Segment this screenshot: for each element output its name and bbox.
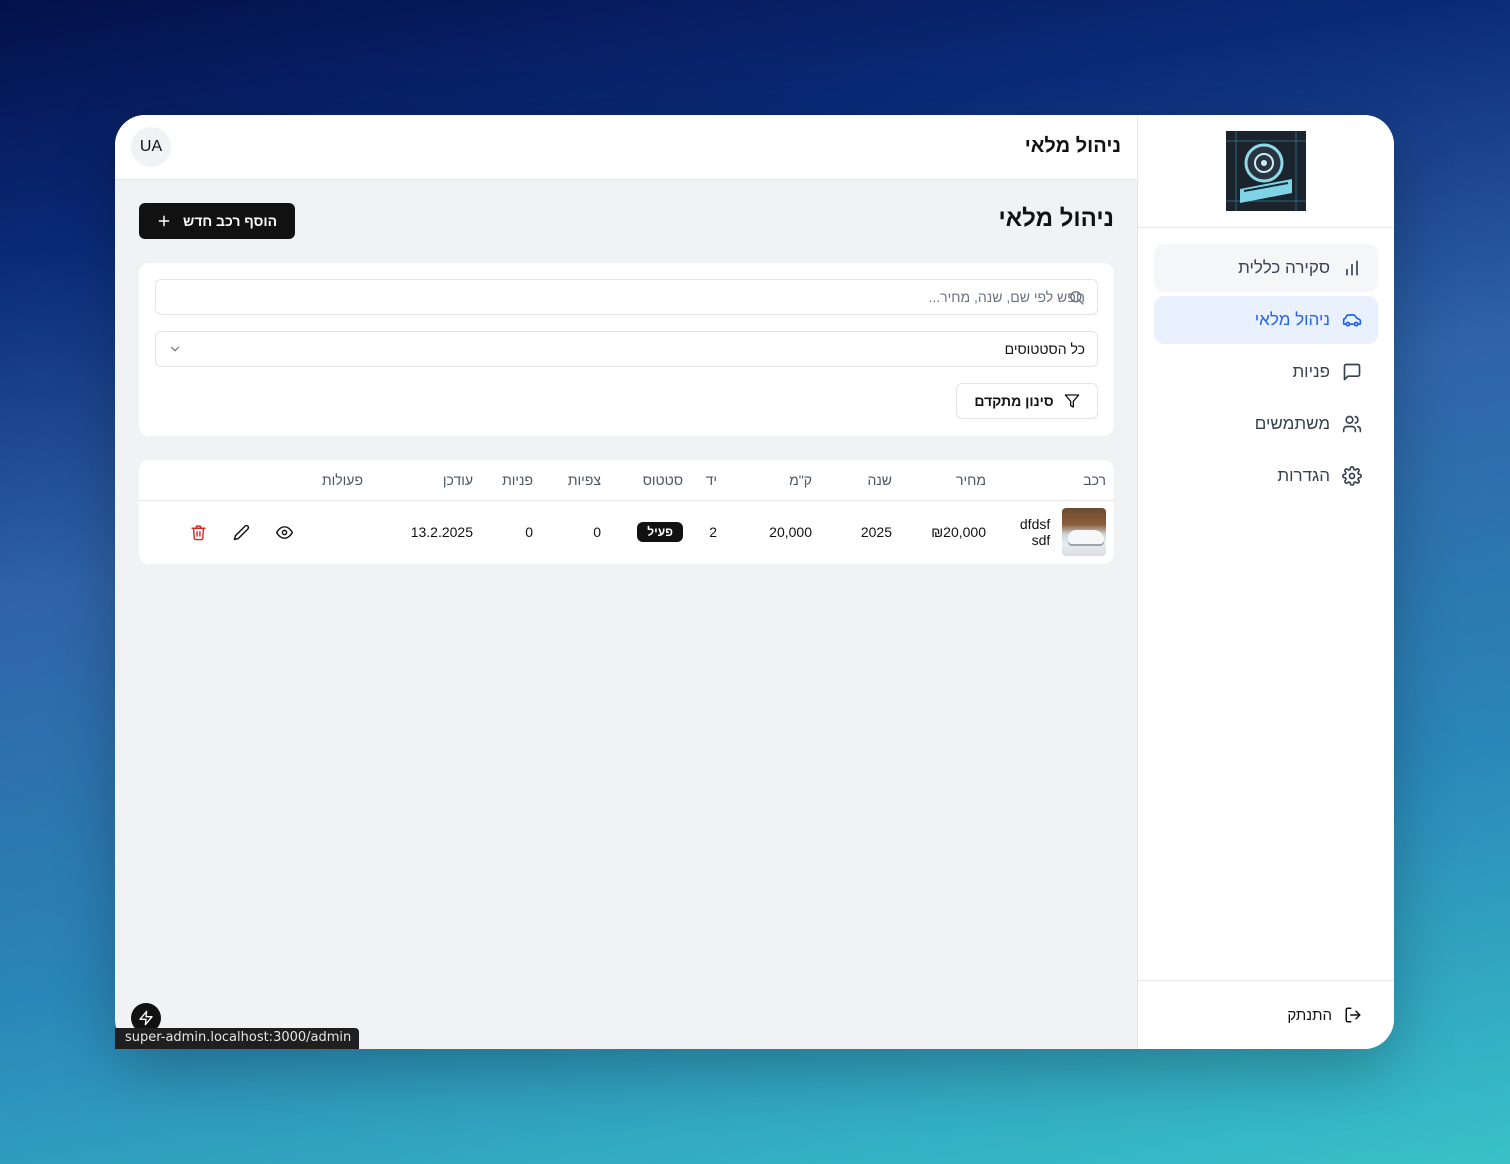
main-content: ניהול מלאי הוסף רכב חדש חפש לפי שם, שנה,… — [139, 203, 1114, 564]
status-select-value: כל הסטטוסים — [1004, 341, 1085, 357]
logout-label: התנתק — [1287, 1006, 1332, 1024]
advanced-filter-label: סינון מתקדם — [974, 393, 1054, 409]
vehicle-thumbnail — [1062, 508, 1106, 557]
page-title: ניהול מלאי — [998, 205, 1115, 232]
column-header[interactable]: רכב — [994, 460, 1114, 500]
plus-icon — [158, 215, 170, 227]
vehicle-cell: dfdsf sdf — [994, 500, 1114, 564]
lightning-icon — [139, 1010, 153, 1026]
views-cell: 0 — [593, 524, 601, 541]
inventory-table: רכב מחיר שנה ק"מ יד סטטוס צפיות פניות עו… — [139, 460, 1114, 564]
inventory-table-card: רכב מחיר שנה ק"מ יד סטטוס צפיות פניות עו… — [139, 460, 1114, 564]
search-input[interactable]: חפש לפי שם, שנה, מחיר... — [155, 279, 1098, 315]
column-header[interactable]: צפיות — [541, 460, 609, 500]
column-header[interactable]: פניות — [481, 460, 541, 500]
logo-area — [1138, 115, 1394, 228]
page-header: ניהול מלאי הוסף רכב חדש — [139, 203, 1114, 239]
app-window: סקירה כללית ניהול מלאי פניות משתמשים הגד… — [115, 115, 1394, 1049]
sidebar-item-inquiries[interactable]: פניות — [1154, 348, 1378, 396]
hand-cell: 2 — [709, 524, 717, 541]
status-cell: פעיל — [609, 500, 691, 564]
sidebar-item-inventory[interactable]: ניהול מלאי — [1154, 296, 1378, 344]
users-icon — [1342, 415, 1362, 433]
view-icon[interactable] — [276, 524, 293, 541]
actions-cell — [139, 500, 371, 564]
search-icon — [1070, 291, 1084, 305]
km-cell: 20,000 — [769, 524, 812, 541]
edit-icon[interactable] — [233, 524, 250, 541]
advanced-filter-button[interactable]: סינון מתקדם — [956, 383, 1098, 419]
logout-button[interactable]: התנתק — [1138, 980, 1394, 1049]
sidebar-item-label: פניות — [1292, 362, 1330, 381]
price-cell: ₪20,000 — [931, 524, 986, 541]
updated-cell: 13.2.2025 — [410, 524, 473, 541]
message-square-icon — [1343, 363, 1361, 381]
status-select[interactable]: כל הסטטוסים — [155, 331, 1098, 367]
status-badge: פעיל — [637, 522, 683, 543]
gear-icon — [1342, 466, 1362, 486]
vehicle-name: dfdsf sdf — [1019, 516, 1051, 549]
logout-icon — [1345, 1007, 1361, 1023]
sidebar-item-label: סקירה כללית — [1238, 258, 1330, 277]
filter-icon — [1064, 394, 1079, 408]
chevron-down-icon — [170, 346, 180, 352]
sidebar-nav: סקירה כללית ניהול מלאי פניות משתמשים הגד… — [1138, 228, 1394, 500]
filter-card: חפש לפי שם, שנה, מחיר... כל הסטטוסים סינ… — [139, 263, 1114, 436]
column-header[interactable]: יד — [691, 460, 725, 500]
table-row[interactable]: dfdsf sdf ₪20,000 2025 20,000 2 פעיל 0 0… — [139, 500, 1114, 564]
column-header[interactable]: סטטוס — [609, 460, 691, 500]
sidebar-item-label: הגדרות — [1277, 466, 1330, 485]
bar-chart-icon — [1346, 260, 1358, 276]
inquiries-cell: 0 — [525, 524, 533, 541]
status-bar-url: super-admin.localhost:3000/admin — [115, 1028, 360, 1049]
sidebar-item-settings[interactable]: הגדרות — [1154, 452, 1378, 500]
sidebar-item-overview[interactable]: סקירה כללית — [1154, 244, 1378, 292]
column-header[interactable]: עודכן — [371, 460, 481, 500]
logo[interactable] — [1226, 131, 1306, 211]
column-header[interactable]: שנה — [820, 460, 900, 500]
add-vehicle-label: הוסף רכב חדש — [182, 213, 278, 229]
year-cell: 2025 — [860, 524, 892, 541]
sidebar-item-users[interactable]: משתמשים — [1154, 400, 1378, 448]
search-placeholder: חפש לפי שם, שנה, מחיר... — [928, 289, 1086, 305]
sidebar-item-label: משתמשים — [1254, 414, 1330, 433]
car-icon — [1342, 314, 1362, 327]
topbar: ניהול מלאי UA — [115, 115, 1137, 180]
column-header: פעולות — [321, 471, 363, 488]
avatar[interactable]: UA — [131, 127, 171, 167]
table-header-row: רכב מחיר שנה ק"מ יד סטטוס צפיות פניות עו… — [139, 460, 1114, 500]
column-header[interactable]: ק"מ — [725, 460, 820, 500]
trash-icon[interactable] — [190, 524, 207, 541]
topbar-title: ניהול מלאי — [1024, 135, 1121, 157]
sidebar-item-label: ניהול מלאי — [1254, 310, 1330, 329]
sidebar: סקירה כללית ניהול מלאי פניות משתמשים הגד… — [1137, 115, 1394, 1049]
column-header[interactable]: מחיר — [900, 460, 994, 500]
add-vehicle-button[interactable]: הוסף רכב חדש — [139, 203, 295, 239]
